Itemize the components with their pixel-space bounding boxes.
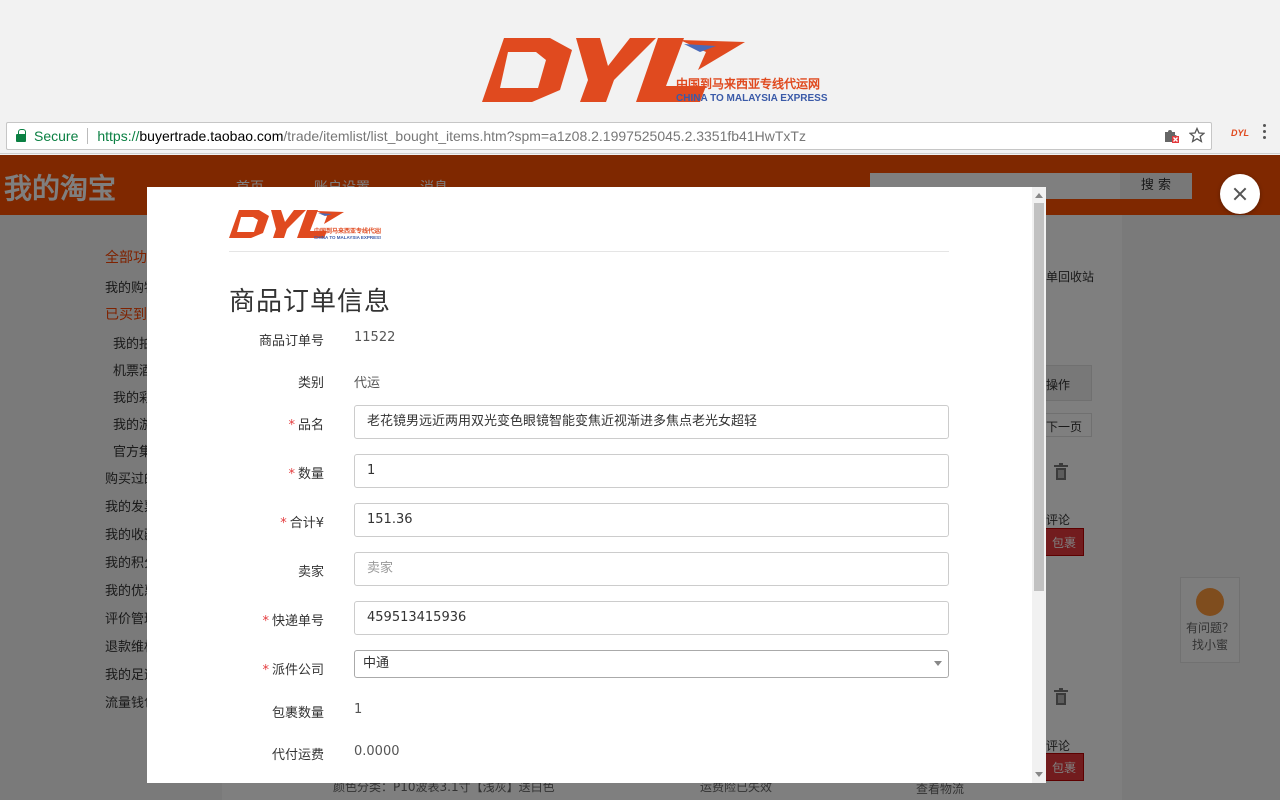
- top-banner: 中国到马来西亚专线代运网 CHINA TO MALAYSIA EXPRESS: [0, 0, 1280, 118]
- total-input[interactable]: 151.36: [354, 503, 949, 537]
- url-path[interactable]: /trade/itemlist/list_bought_items.htm?sp…: [283, 128, 806, 144]
- bookmark-star-icon[interactable]: [1189, 127, 1205, 143]
- modal-logo-tagline-en: CHINA TO MALAYSIA EXPRESS: [314, 235, 381, 240]
- address-bar[interactable]: Secure https:// buyertrade.taobao.com /t…: [6, 122, 1212, 150]
- browser-toolbar: Secure https:// buyertrade.taobao.com /t…: [0, 118, 1280, 154]
- order-number-label: 商品订单号: [258, 334, 324, 349]
- total-label: * 合计¥: [280, 516, 324, 531]
- shipping-fee-value: 0.0000: [354, 744, 400, 759]
- blocked-extension-icon[interactable]: [1163, 127, 1179, 143]
- seller-label: 卖家: [297, 565, 324, 580]
- quantity-label: * 数量: [288, 467, 324, 482]
- svg-text:DYL: DYL: [1231, 128, 1249, 137]
- dyl-extension-icon[interactable]: DYL: [1231, 127, 1249, 137]
- banner-tagline-en: CHINA TO MALAYSIA EXPRESS: [676, 93, 828, 104]
- modal-scrollbar[interactable]: [1032, 187, 1046, 783]
- url-scheme[interactable]: https://: [97, 128, 139, 144]
- order-number-value: 11522: [354, 330, 396, 345]
- tracking-number-label: * 快递单号: [262, 614, 324, 629]
- courier-label: * 派件公司: [262, 663, 324, 678]
- lock-icon[interactable]: [16, 129, 26, 142]
- product-name-label: * 品名: [288, 418, 324, 433]
- courier-selected-value: 中通: [363, 656, 390, 671]
- modal-logo-tagline-cn: 中国到马来西亚专线代运网: [314, 227, 381, 235]
- quantity-input[interactable]: 1: [354, 454, 949, 488]
- shipping-fee-label: 代付运费: [271, 748, 324, 763]
- dyl-logo: 中国到马来西亚专线代运网 CHINA TO MALAYSIA EXPRESS: [229, 210, 381, 240]
- courier-select[interactable]: 中通: [354, 650, 949, 678]
- dyl-logo: 中国到马来西亚专线代运网 CHINA TO MALAYSIA EXPRESS: [482, 38, 828, 104]
- chevron-down-icon: [934, 661, 942, 666]
- close-icon[interactable]: [1220, 174, 1260, 214]
- modal-title: 商品订单信息: [229, 287, 392, 317]
- scroll-up-icon[interactable]: [1035, 193, 1043, 198]
- url-host[interactable]: buyertrade.taobao.com: [139, 128, 283, 144]
- package-count-label: 包裹数量: [271, 706, 324, 721]
- scroll-down-icon[interactable]: [1035, 772, 1043, 777]
- seller-input[interactable]: 卖家: [354, 552, 949, 586]
- tracking-number-input[interactable]: 459513415936: [354, 601, 949, 635]
- order-info-modal: 中国到马来西亚专线代运网 CHINA TO MALAYSIA EXPRESS 商…: [147, 187, 1046, 783]
- banner-tagline-cn: 中国到马来西亚专线代运网: [676, 76, 820, 91]
- product-name-input[interactable]: 老花镜男远近两用双光变色眼镜智能变焦近视渐进多焦点老光女超轻: [354, 405, 949, 439]
- modal-header-divider: [229, 251, 949, 252]
- category-value: 代运: [354, 376, 381, 391]
- secure-label[interactable]: Secure: [34, 128, 78, 144]
- category-label: 类别: [297, 376, 324, 391]
- browser-menu-icon[interactable]: [1263, 124, 1266, 139]
- scroll-thumb[interactable]: [1034, 203, 1044, 591]
- package-count-value: 1: [354, 702, 363, 717]
- address-separator: [87, 128, 89, 144]
